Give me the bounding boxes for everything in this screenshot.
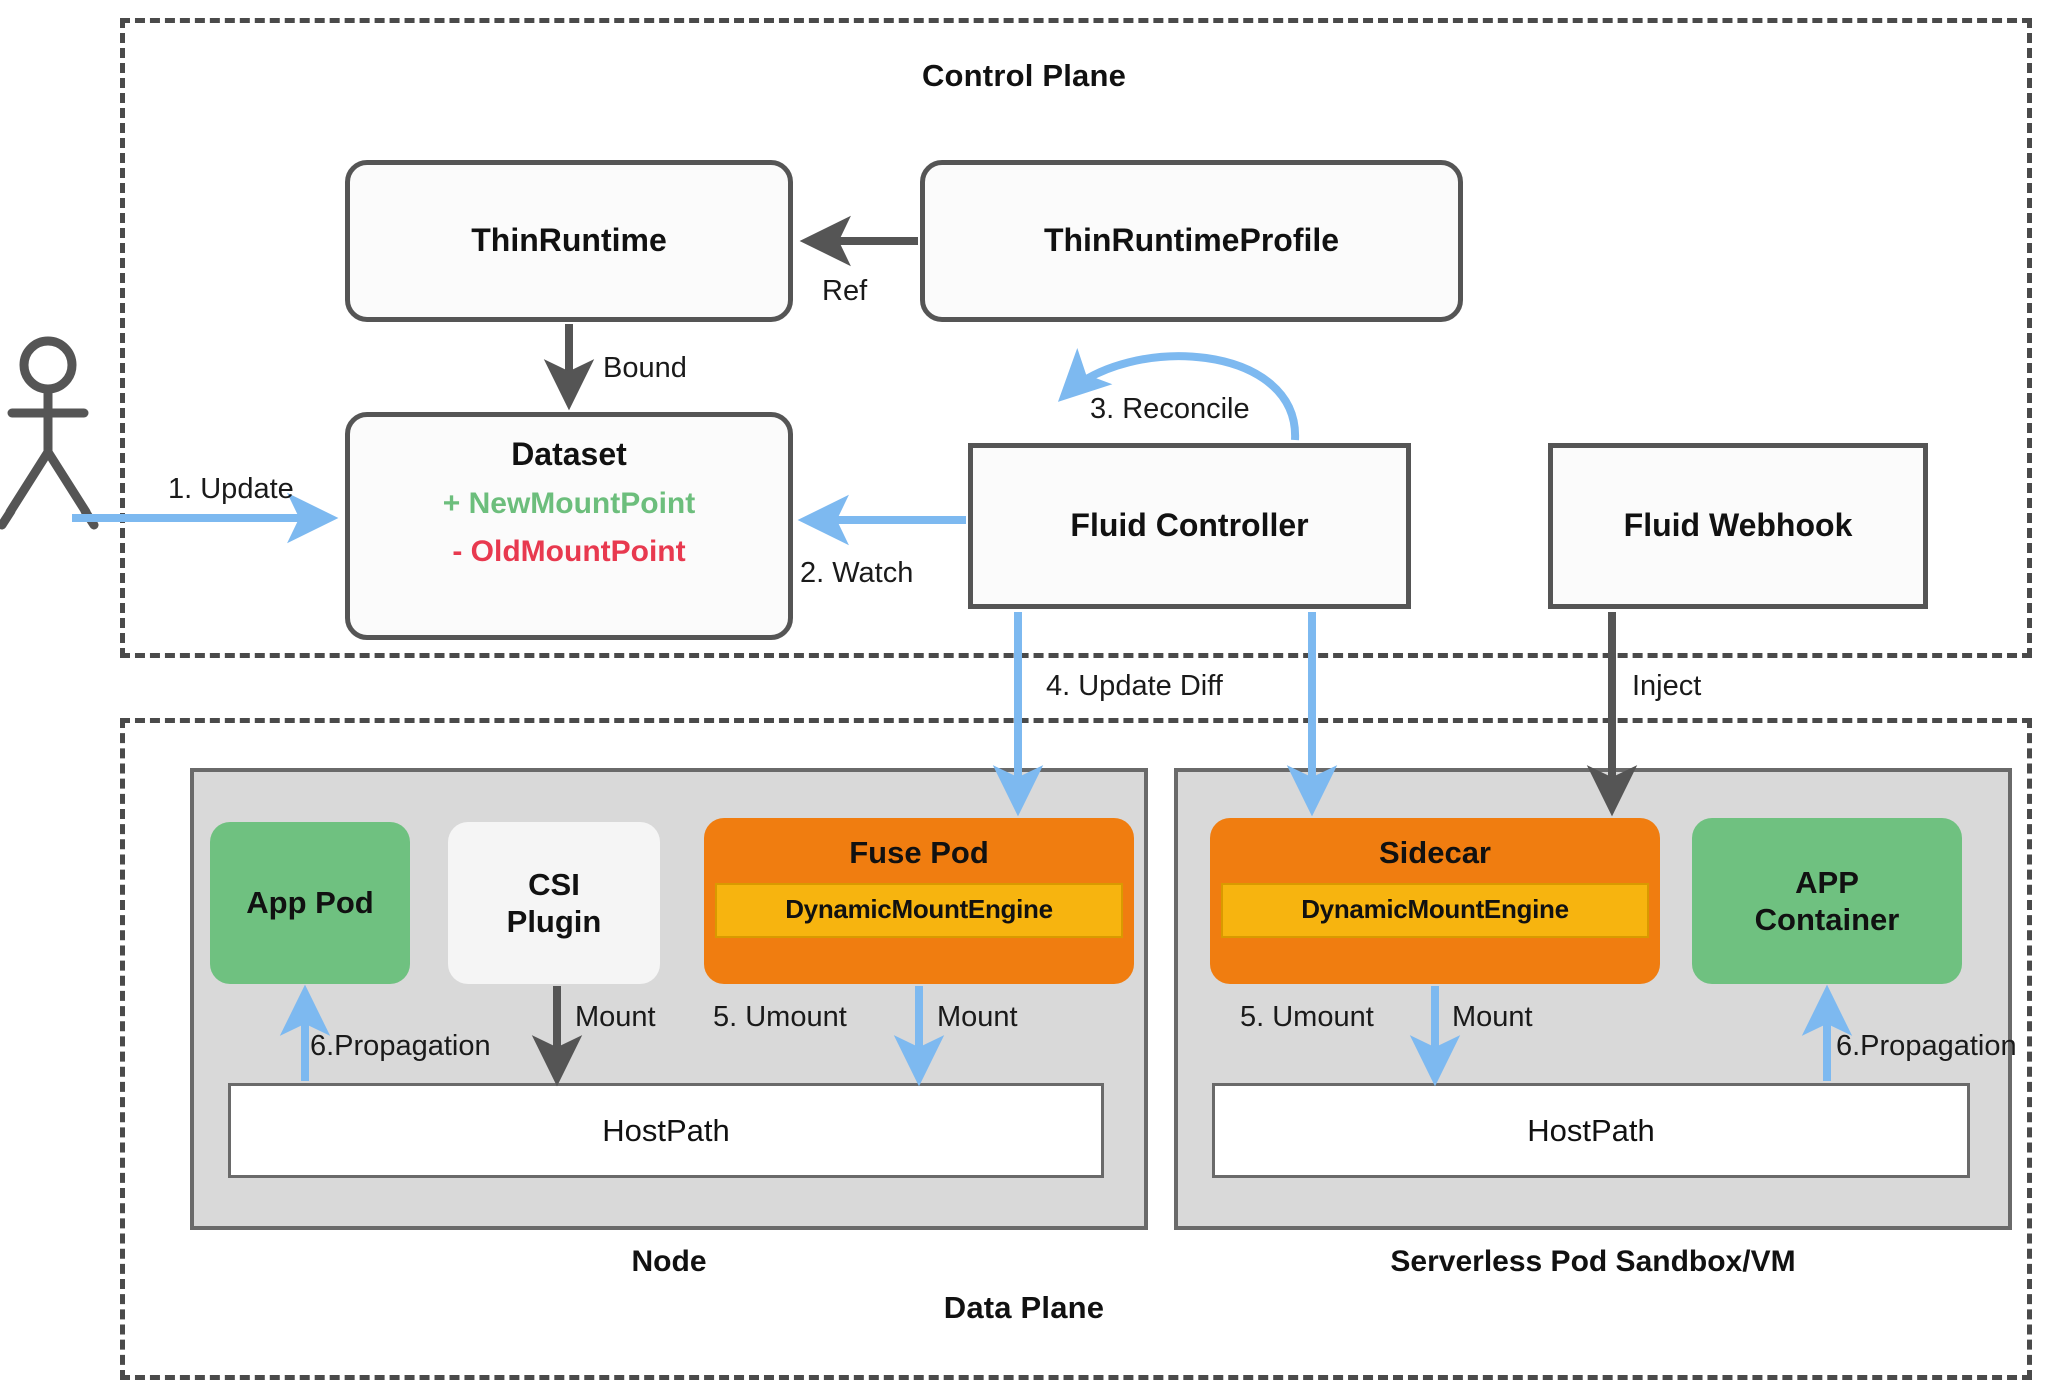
diagram-canvas: Control Plane Data Plane ThinRuntime Thi… xyxy=(0,0,2048,1398)
dataset-added-mountpoint: + NewMountPoint xyxy=(442,486,696,520)
control-plane-title: Control Plane xyxy=(921,58,1127,93)
fuse-dynamic-mount-engine: DynamicMountEngine xyxy=(715,883,1123,939)
node-dataset-title: Dataset xyxy=(511,436,627,472)
pod-app-pod[interactable]: App Pod xyxy=(210,822,410,984)
pod-fuse-pod-title: Fuse Pod xyxy=(849,835,989,870)
edge-label-inject: Inject xyxy=(1632,670,1702,702)
pod-sidecar[interactable]: Sidecar DynamicMountEngine xyxy=(1210,818,1660,984)
sidecar-dynamic-mount-engine: DynamicMountEngine xyxy=(1221,883,1649,939)
pod-app-pod-label: App Pod xyxy=(246,885,374,921)
node-panel-label: Node xyxy=(631,1245,707,1278)
pod-fuse-pod[interactable]: Fuse Pod DynamicMountEngine xyxy=(704,818,1134,984)
edge-label-umount-node: 5. Umount xyxy=(713,1001,847,1033)
data-plane-title: Data Plane xyxy=(943,1290,1105,1325)
node-hostpath-label: HostPath xyxy=(602,1112,730,1148)
edge-label-bound: Bound xyxy=(603,352,687,384)
serverless-hostpath-label: HostPath xyxy=(1527,1112,1655,1148)
node-thinruntimeprofile-label: ThinRuntimeProfile xyxy=(1043,222,1340,259)
edge-label-update: 1. Update xyxy=(168,473,294,505)
edge-label-watch: 2. Watch xyxy=(800,557,914,589)
pod-sidecar-title: Sidecar xyxy=(1378,835,1491,870)
node-fluid-webhook[interactable]: Fluid Webhook xyxy=(1548,443,1928,609)
dataset-removed-mountpoint: - OldMountPoint xyxy=(452,535,686,569)
node-fluid-controller[interactable]: Fluid Controller xyxy=(968,443,1411,609)
pod-app-container-line2: Container xyxy=(1754,902,1900,937)
edge-label-propagation-node: 6.Propagation xyxy=(310,1030,491,1062)
pod-csi-plugin-line1: CSI xyxy=(528,866,580,902)
edge-label-update-diff: 4. Update Diff xyxy=(1046,670,1223,702)
pod-app-container[interactable]: APP Container xyxy=(1692,818,1962,984)
edge-label-mount-csi: Mount xyxy=(575,1001,656,1033)
edge-label-reconcile: 3. Reconcile xyxy=(1090,393,1250,425)
edge-label-mount-fuse: Mount xyxy=(937,1001,1018,1033)
pod-app-container-line1: APP xyxy=(1795,864,1859,900)
node-hostpath: HostPath xyxy=(228,1083,1104,1178)
serverless-panel-label: Serverless Pod Sandbox/VM xyxy=(1390,1245,1796,1278)
edge-label-propagation-serverless: 6.Propagation xyxy=(1836,1030,2017,1062)
edge-label-umount-serverless: 5. Umount xyxy=(1240,1001,1374,1033)
pod-csi-plugin-line2: Plugin xyxy=(506,904,602,939)
edge-label-ref: Ref xyxy=(822,275,868,307)
serverless-hostpath: HostPath xyxy=(1212,1083,1970,1178)
node-fluid-webhook-label: Fluid Webhook xyxy=(1623,507,1853,544)
edge-label-mount-sidecar: Mount xyxy=(1452,1001,1533,1033)
node-thinruntimeprofile[interactable]: ThinRuntimeProfile xyxy=(920,160,1463,322)
node-dataset[interactable]: Dataset + NewMountPoint - OldMountPoint xyxy=(345,412,793,640)
node-thinruntime-label: ThinRuntime xyxy=(471,222,667,259)
node-fluid-controller-label: Fluid Controller xyxy=(1070,507,1309,544)
pod-csi-plugin[interactable]: CSI Plugin xyxy=(448,822,660,984)
node-thinruntime[interactable]: ThinRuntime xyxy=(345,160,793,322)
user-actor-icon xyxy=(0,336,99,530)
